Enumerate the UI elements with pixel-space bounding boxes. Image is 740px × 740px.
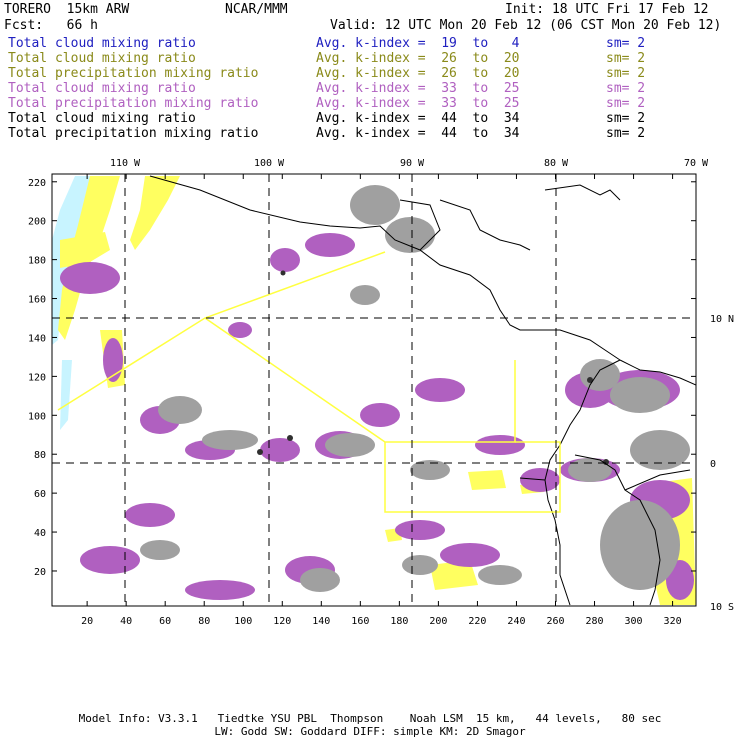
y-tick-label: 20 <box>34 567 46 578</box>
lat-label: 10 N <box>710 314 734 325</box>
x-tick-label: 80 <box>198 616 210 627</box>
x-tick-label: 180 <box>390 616 408 627</box>
y-tick-label: 40 <box>34 528 46 539</box>
x-tick-label: 240 <box>507 616 525 627</box>
lon-label: 100 W <box>254 158 285 169</box>
map-plot: 20 40 60 80 100 120 140 160 180 200 220 240 260 280 30… <box>28 158 734 627</box>
lon-label: 80 W <box>544 158 569 169</box>
model-info-line2: LW: Godd SW: Goddard DIFF: simple KM: 2D… <box>214 725 526 738</box>
y-tick-label: 100 <box>28 411 46 422</box>
x-tick-label: 20 <box>81 616 93 627</box>
x-tick-label: 160 <box>351 616 369 627</box>
longitude-labels: 110 W 100 W 90 W 80 W 70 W <box>110 158 709 169</box>
x-tick-label: 140 <box>312 616 330 627</box>
x-tick-label: 120 <box>273 616 291 627</box>
y-tick-label: 80 <box>34 450 46 461</box>
x-tick-label: 200 <box>429 616 447 627</box>
x-tick-labels: 20 40 60 80 100 120 140 160 180 200 220 240 260 280 30… <box>81 616 682 627</box>
lon-label: 90 W <box>400 158 425 169</box>
y-tick-label: 180 <box>28 256 46 267</box>
x-tick-label: 60 <box>159 616 171 627</box>
x-tick-label: 280 <box>585 616 603 627</box>
x-tick-label: 320 <box>664 616 682 627</box>
lon-label: 110 W <box>110 158 141 169</box>
x-tick-label: 100 <box>234 616 252 627</box>
lon-label: 70 W <box>684 158 709 169</box>
x-tick-label: 300 <box>625 616 643 627</box>
y-tick-label: 200 <box>28 217 46 228</box>
lat-label: 10 S <box>710 602 734 613</box>
lat-label: 0 <box>710 459 716 470</box>
y-tick-label: 140 <box>28 333 46 344</box>
x-tick-label: 220 <box>468 616 486 627</box>
y-tick-label: 160 <box>28 295 46 306</box>
x-tick-label: 260 <box>546 616 564 627</box>
y-tick-label: 120 <box>28 372 46 383</box>
x-tick-label: 40 <box>120 616 132 627</box>
model-info-line1: Model Info: V3.3.1 Tiedtke YSU PBL Thomp… <box>78 712 662 725</box>
y-tick-label: 60 <box>34 489 46 500</box>
y-tick-labels: 20 40 60 80 100 120 140 160 180 200 220 <box>28 178 46 578</box>
latitude-labels: 10 N 0 10 S <box>710 314 734 613</box>
y-tick-label: 220 <box>28 178 46 189</box>
